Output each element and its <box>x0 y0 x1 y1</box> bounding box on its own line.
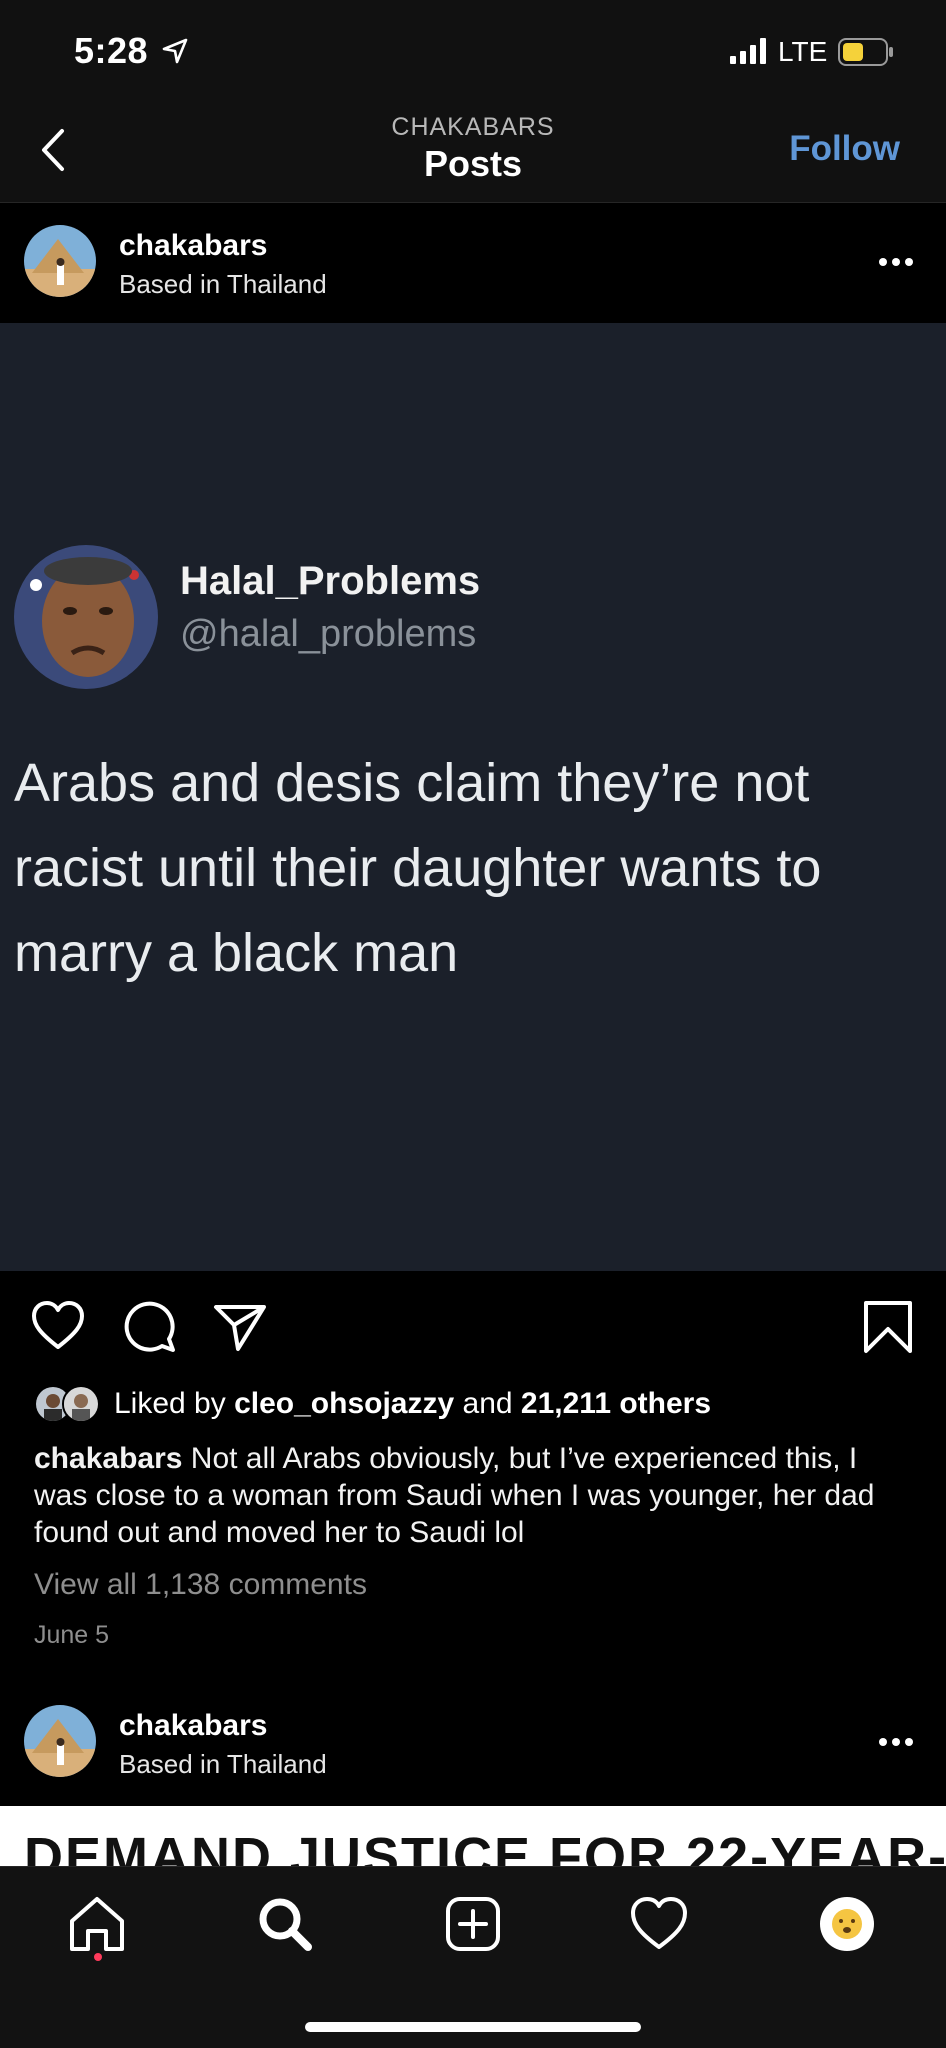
tweet-avatar <box>14 545 158 689</box>
profile-avatar[interactable] <box>814 1891 880 1957</box>
likes-text: Liked by cleo_ohsojazzy and 21,211 other… <box>114 1387 711 1421</box>
more-options-icon[interactable] <box>878 1737 914 1747</box>
post-header: chakabars Based in Thailand <box>0 203 946 323</box>
view-comments-link[interactable]: View all 1,138 comments <box>34 1568 367 1602</box>
post-username[interactable]: chakabars <box>119 1709 267 1743</box>
battery-icon <box>838 38 893 66</box>
likes-prefix: Liked by <box>114 1387 226 1420</box>
next-post-image-text: DEMAND JUSTICE FOR 22-YEAR-OLD <box>24 1827 946 1866</box>
post-username[interactable]: chakabars <box>119 229 267 263</box>
status-bar: 5:28 LTE <box>0 0 946 105</box>
avatar[interactable] <box>24 225 96 297</box>
add-post-icon[interactable] <box>440 1891 506 1957</box>
post-location[interactable]: Based in Thailand <box>119 269 327 300</box>
liker-username[interactable]: cleo_ohsojazzy <box>234 1387 454 1420</box>
notification-dot <box>94 1953 102 1961</box>
likes-joiner: and <box>462 1387 513 1420</box>
likes-summary[interactable]: Liked by cleo_ohsojazzy and 21,211 other… <box>34 1382 711 1426</box>
nav-header: CHAKABARS Posts Follow <box>0 105 946 203</box>
post-actions <box>0 1271 946 1381</box>
tweet-handle: @halal_problems <box>180 613 477 655</box>
post-image[interactable]: Halal_Problems @halal_problems Arabs and… <box>0 323 946 1271</box>
home-indicator <box>305 2022 641 2032</box>
activity-heart-icon[interactable] <box>626 1891 692 1957</box>
follow-button[interactable]: Follow <box>789 129 900 169</box>
comment-icon[interactable] <box>122 1299 178 1355</box>
avatar[interactable] <box>24 1705 96 1777</box>
bookmark-icon[interactable] <box>860 1299 916 1355</box>
status-time: 5:28 <box>74 30 149 71</box>
liker-avatar <box>62 1385 100 1423</box>
tab-bar <box>0 1866 946 2048</box>
tweet-text: Arabs and desis claim they’re not racist… <box>14 753 822 983</box>
location-arrow-icon <box>162 38 188 64</box>
next-post-image[interactable]: DEMAND JUSTICE FOR 22-YEAR-OLD <box>0 1806 946 1866</box>
tweet-display-name: Halal_Problems <box>180 559 481 603</box>
home-icon[interactable] <box>64 1891 130 1957</box>
post-date: June 5 <box>34 1621 110 1649</box>
share-icon[interactable] <box>212 1299 268 1355</box>
post-caption: chakabars Not all Arabs obviously, but I… <box>34 1440 914 1551</box>
post-location[interactable]: Based in Thailand <box>119 1749 327 1780</box>
search-icon[interactable] <box>252 1891 318 1957</box>
signal-icon <box>730 38 766 64</box>
more-options-icon[interactable] <box>878 257 914 267</box>
heart-icon[interactable] <box>30 1299 86 1355</box>
next-post-header: chakabars Based in Thailand <box>0 1683 946 1803</box>
network-type: LTE <box>778 36 828 67</box>
likes-count[interactable]: 21,211 others <box>521 1387 711 1420</box>
caption-username[interactable]: chakabars <box>34 1442 182 1475</box>
